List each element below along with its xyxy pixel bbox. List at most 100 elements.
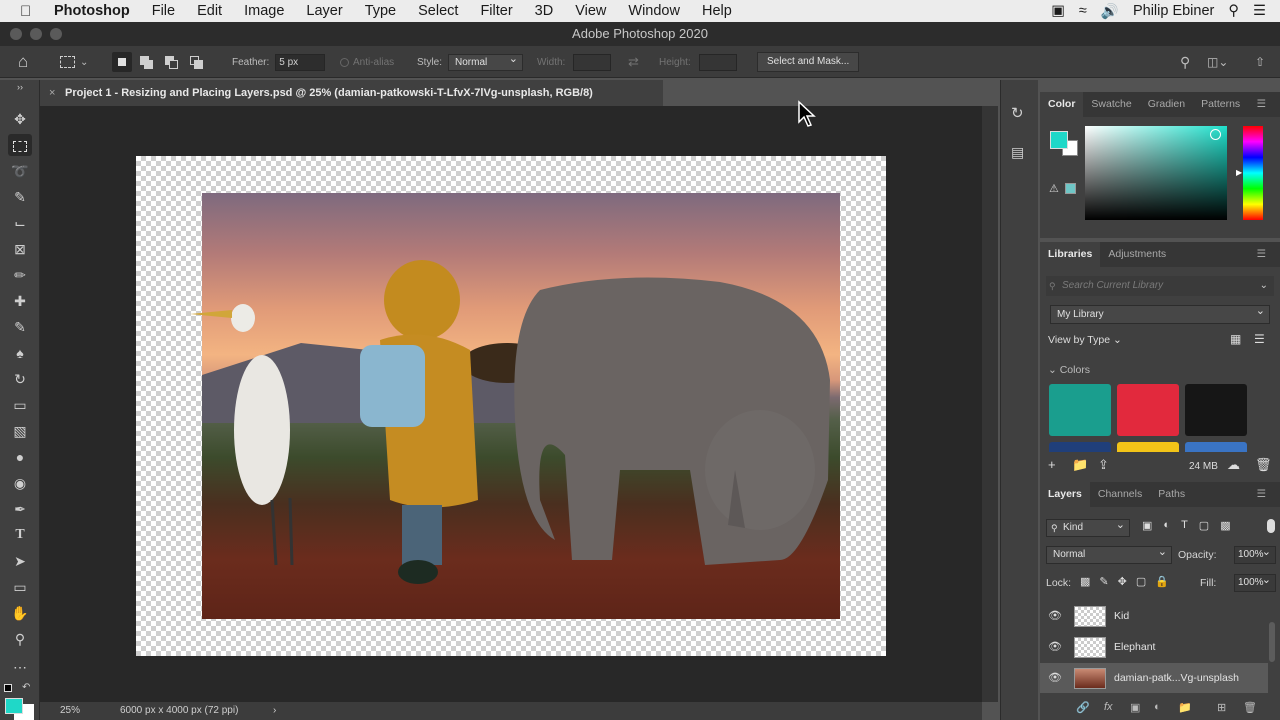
marquee-tool-icon[interactable] [8,134,32,156]
fill-input[interactable]: 100% [1234,572,1276,592]
layers-scrollbar[interactable] [1269,622,1275,662]
library-color-swatch[interactable] [1117,442,1179,452]
filter-shape-icon[interactable]: ▢ [1199,519,1209,532]
link-layers-icon[interactable]: 🔗 [1076,701,1090,714]
document-tab[interactable]: × Project 1 - Resizing and Placing Layer… [40,80,663,106]
history-brush-tool-icon[interactable]: ↻ [8,368,32,390]
library-color-swatch[interactable] [1185,442,1247,452]
tab-color[interactable]: Color [1040,92,1084,117]
folder-icon[interactable]: 📁 [1072,457,1088,473]
menu-image[interactable]: Image [244,3,284,19]
minimize-window-button[interactable] [30,28,42,40]
eyedropper-tool-icon[interactable]: ✏ [8,264,32,286]
user-name[interactable]: Philip Ebiner [1133,3,1214,19]
frame-tool-icon[interactable]: ⊠ [8,238,32,260]
control-center-icon[interactable]: ☰ [1253,3,1266,19]
lock-artboard-icon[interactable]: ▢ [1136,575,1146,588]
layer-row-elephant[interactable]: 👁 Elephant [1040,632,1268,662]
intersect-selection-icon[interactable] [187,52,207,72]
tab-gradients[interactable]: Gradien [1140,92,1193,117]
new-selection-icon[interactable] [112,52,132,72]
layer-row-background-photo[interactable]: 👁 damian-patk...Vg-unsplash [1040,663,1268,693]
lock-position-icon[interactable]: ✥ [1118,575,1127,588]
tab-layers[interactable]: Layers [1040,482,1090,507]
close-window-button[interactable] [10,28,22,40]
workspace-icon[interactable]: ◫⌄ [1207,46,1228,78]
history-panel-icon[interactable]: ↻ [1011,104,1024,122]
gamut-warning-icon[interactable]: ⚠ [1049,182,1059,195]
filter-smart-object-icon[interactable]: ▩ [1220,519,1230,532]
chevron-down-icon[interactable]: ⌄ [1260,276,1268,296]
subtract-selection-icon[interactable] [162,52,182,72]
crop-tool-icon[interactable]: ⌙ [8,212,32,234]
gradient-tool-icon[interactable]: ▧ [8,420,32,442]
style-select[interactable]: Normal [448,52,524,71]
menu-layer[interactable]: Layer [306,3,342,19]
zoom-tool-icon[interactable]: ⚲ [8,628,32,650]
healing-brush-tool-icon[interactable]: ✚ [8,290,32,312]
volume-icon[interactable]: 🔊 [1101,3,1119,20]
rectangle-tool-icon[interactable]: ▭ [8,576,32,598]
move-tool-icon[interactable]: ✥ [8,108,32,130]
foreground-color-swatch[interactable] [5,698,23,714]
filter-type-icon[interactable]: T [1181,519,1188,532]
filter-pixel-icon[interactable]: ▣ [1142,519,1152,532]
collapse-tools-icon[interactable]: ›› [8,82,32,92]
eraser-tool-icon[interactable]: ▭ [8,394,32,416]
layer-filter-select[interactable]: ⚲ Kind [1046,517,1130,537]
layer-name[interactable]: damian-patk...Vg-unsplash [1114,663,1239,693]
menu-file[interactable]: File [152,3,175,19]
background-photo[interactable] [202,193,840,619]
colors-section-header[interactable]: ⌄ Colors [1048,364,1090,376]
color-field[interactable] [1085,126,1227,220]
camera-icon[interactable]: ▣ [1051,3,1065,19]
library-select[interactable]: My Library [1050,303,1270,324]
panel-foreground-swatch[interactable] [1050,131,1068,149]
library-color-swatch[interactable] [1117,384,1179,436]
menu-type[interactable]: Type [365,3,396,19]
add-selection-icon[interactable] [137,52,157,72]
new-group-icon[interactable]: 📁 [1178,701,1192,714]
hand-tool-icon[interactable]: ✋ [8,602,32,624]
layers-panel-menu-icon[interactable]: ☰ [1249,482,1274,507]
visibility-eye-icon[interactable]: 👁 [1048,601,1062,631]
cloud-icon[interactable]: ☁ [1227,457,1240,473]
dodge-tool-icon[interactable]: ◉ [8,472,32,494]
blend-mode-select[interactable]: Normal [1046,544,1172,564]
library-search-input[interactable]: ⚲ Search Current Library ⌄ [1046,276,1274,296]
apple-icon[interactable]:  [20,3,40,20]
gamut-swatch[interactable] [1065,183,1076,194]
filter-toggle[interactable] [1267,519,1275,533]
menu-select[interactable]: Select [418,3,458,19]
default-colors-icon[interactable] [4,684,12,692]
layer-style-icon[interactable]: fx [1104,701,1113,713]
properties-panel-icon[interactable]: ▤ [1011,144,1024,161]
blur-tool-icon[interactable]: ● [8,446,32,468]
vertical-scrollbar[interactable] [982,106,998,702]
antialias-checkbox[interactable]: Anti-alias [340,46,394,78]
status-menu-chevron-icon[interactable]: › [273,702,276,720]
lasso-tool-icon[interactable]: ➰ [8,160,32,182]
path-selection-tool-icon[interactable]: ➤ [8,550,32,572]
feather-input[interactable]: 5 px [275,53,326,71]
menu-help[interactable]: Help [702,3,732,19]
select-and-mask-button[interactable]: Select and Mask... [757,52,860,72]
menu-filter[interactable]: Filter [480,3,512,19]
menu-3d[interactable]: 3D [535,3,554,19]
view-by-type-dropdown[interactable]: View by Type ⌄ [1048,334,1122,346]
layer-name[interactable]: Kid [1114,601,1129,631]
hue-slider[interactable] [1243,126,1263,220]
more-tools-icon[interactable]: ⋯ [8,656,32,678]
search-icon[interactable]: ⚲ [1180,46,1190,78]
menu-view[interactable]: View [575,3,606,19]
trash-icon[interactable]: 🗑 [1255,457,1272,473]
tab-channels[interactable]: Channels [1090,482,1150,507]
library-color-swatch[interactable] [1049,384,1111,436]
swap-colors-icon[interactable]: ↶ [22,682,30,693]
libraries-panel-menu-icon[interactable]: ☰ [1249,242,1274,267]
pen-tool-icon[interactable]: ✒ [8,498,32,520]
opacity-input[interactable]: 100% [1234,544,1276,564]
menu-edit[interactable]: Edit [197,3,222,19]
tab-swatches[interactable]: Swatche [1083,92,1139,117]
visibility-eye-icon[interactable]: 👁 [1048,632,1062,662]
